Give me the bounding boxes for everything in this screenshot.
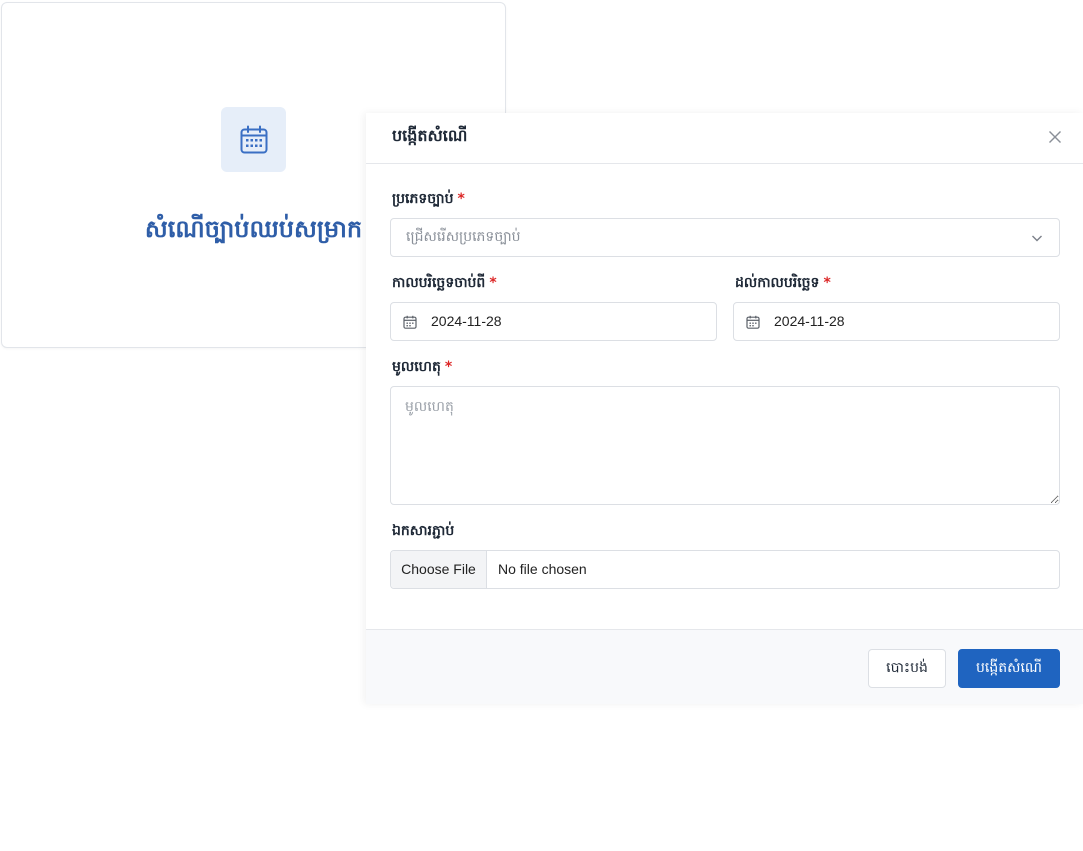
cancel-button[interactable]: បោះបង់: [868, 649, 946, 688]
attachment-label-text: ឯកសារភ្ជាប់: [392, 523, 455, 539]
start-date-label-text: កាលបរិច្ឆេទចាប់ពី: [392, 275, 486, 291]
end-date-value: 2024-11-28: [774, 313, 845, 329]
create-request-modal: បង្កើតសំណើ ប្រភេទច្បាប់ * ជ្រើសរើសប្រភេទច…: [366, 113, 1083, 704]
calendar-icon: [240, 125, 267, 153]
required-mark: *: [444, 359, 453, 375]
modal-header: បង្កើតសំណើ: [366, 113, 1083, 164]
attachment-label: ឯកសារភ្ជាប់: [392, 521, 454, 541]
file-status-text: No file chosen: [498, 561, 587, 577]
reason-textarea[interactable]: [390, 386, 1060, 505]
leave-type-label-text: ប្រភេទច្បាប់: [392, 191, 454, 207]
reason-label-text: មូលហេតុ: [392, 359, 441, 375]
start-date-input[interactable]: 2024-11-28: [390, 302, 717, 341]
required-mark: *: [457, 191, 465, 207]
modal-footer: បោះបង់ បង្កើតសំណើ: [366, 629, 1083, 704]
end-date-label-text: ដល់កាលបរិច្ឆេទ: [735, 275, 820, 291]
leave-type-select[interactable]: ជ្រើសរើសប្រភេទច្បាប់: [390, 218, 1060, 257]
calendar-icon: [746, 315, 760, 329]
required-mark: *: [489, 275, 497, 291]
close-icon[interactable]: [1048, 130, 1062, 144]
start-date-label: កាលបរិច្ឆេទចាប់ពី *: [392, 273, 497, 293]
modal-title: បង្កើតសំណើ: [392, 126, 468, 145]
chevron-down-icon: [1032, 235, 1042, 242]
leave-type-label: ប្រភេទច្បាប់ *: [392, 189, 465, 209]
submit-button[interactable]: បង្កើតសំណើ: [958, 649, 1060, 688]
start-date-value: 2024-11-28: [431, 313, 502, 329]
end-date-label: ដល់កាលបរិច្ឆេទ *: [735, 273, 831, 293]
leave-type-placeholder: ជ្រើសរើសប្រភេទច្បាប់: [406, 229, 521, 245]
reason-label: មូលហេតុ *: [392, 357, 452, 377]
choose-file-button[interactable]: Choose File: [391, 551, 487, 588]
required-mark: *: [823, 275, 831, 291]
attachment-file-input[interactable]: Choose File No file chosen: [390, 550, 1060, 589]
end-date-input[interactable]: 2024-11-28: [733, 302, 1060, 341]
card-icon-box: [221, 107, 286, 172]
calendar-icon: [403, 315, 417, 329]
